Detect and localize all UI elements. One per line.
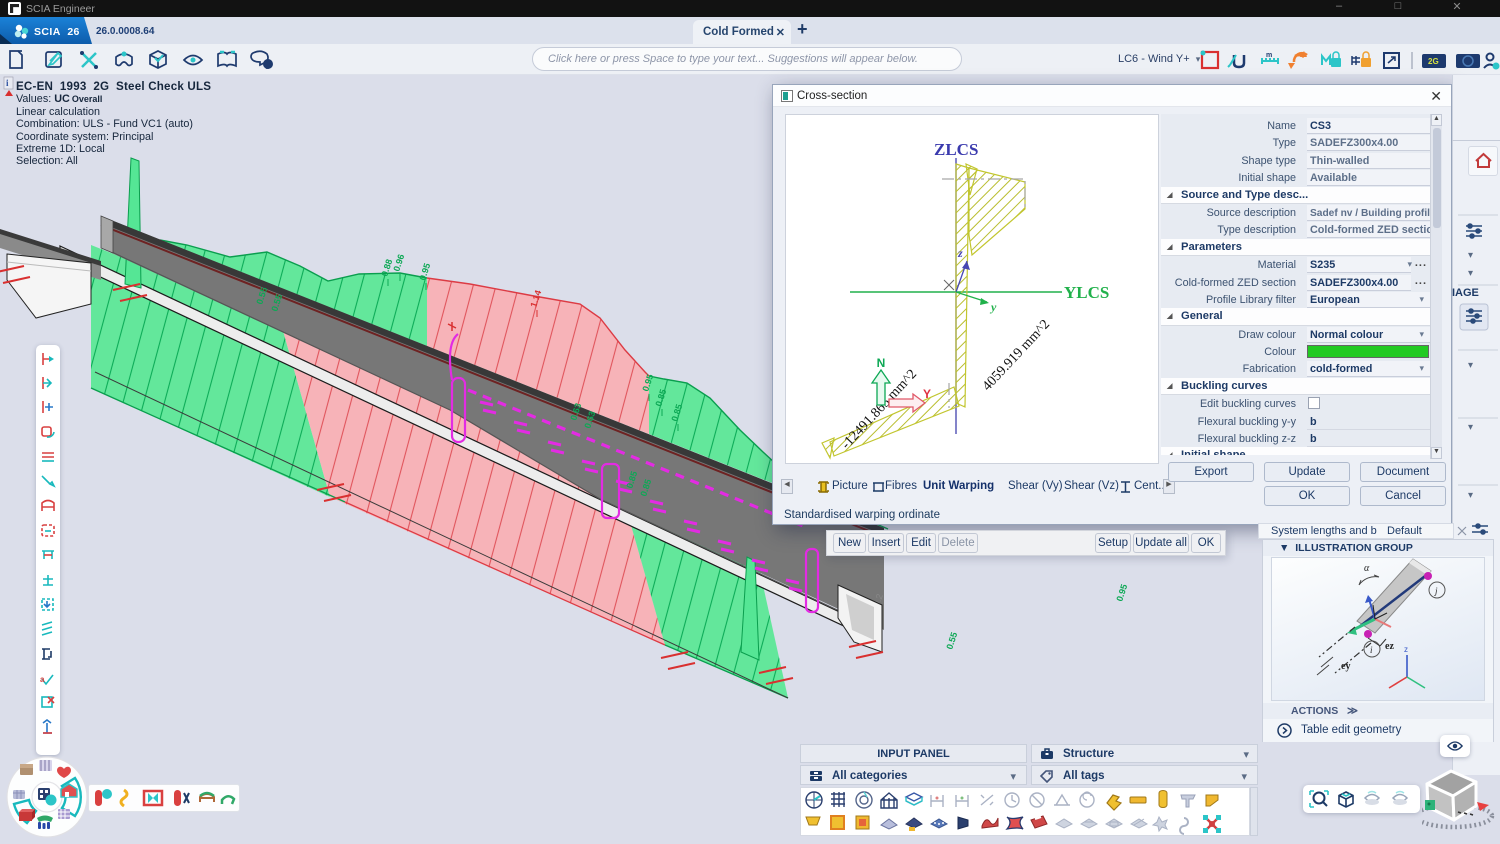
svg-text:0.95: 0.95	[1114, 583, 1129, 603]
svg-text:a: a	[40, 675, 45, 684]
svg-text:2G: 2G	[1428, 57, 1439, 66]
svg-text:Y: Y	[923, 387, 931, 401]
svg-text:0.96: 0.96	[391, 253, 406, 273]
svg-text:▾: ▾	[1468, 360, 1473, 371]
svg-text:▾: ▾	[1468, 422, 1473, 433]
svg-text:4059.919 mm^2: 4059.919 mm^2	[980, 317, 1053, 394]
svg-text:▾: ▾	[1468, 268, 1473, 279]
svg-text:j: j	[1434, 586, 1438, 596]
svg-text:ZLCS: ZLCS	[934, 140, 978, 159]
svg-text:ez: ez	[1385, 641, 1394, 652]
svg-text:▾: ▾	[1468, 490, 1473, 501]
svg-text:y: y	[989, 300, 997, 314]
svg-text:m: m	[1266, 52, 1272, 59]
svg-text:?: ?	[265, 61, 270, 70]
svg-text:α: α	[1364, 563, 1370, 574]
svg-text:0.55: 0.55	[944, 631, 959, 651]
svg-text:N: N	[877, 356, 886, 370]
svg-text:i: i	[1370, 645, 1373, 655]
svg-text:▾: ▾	[1468, 250, 1473, 261]
svg-text:YLCS: YLCS	[1064, 283, 1109, 302]
svg-text:z: z	[957, 246, 963, 260]
svg-text:ey: ey	[1341, 661, 1350, 672]
svg-text:z: z	[1404, 645, 1408, 654]
